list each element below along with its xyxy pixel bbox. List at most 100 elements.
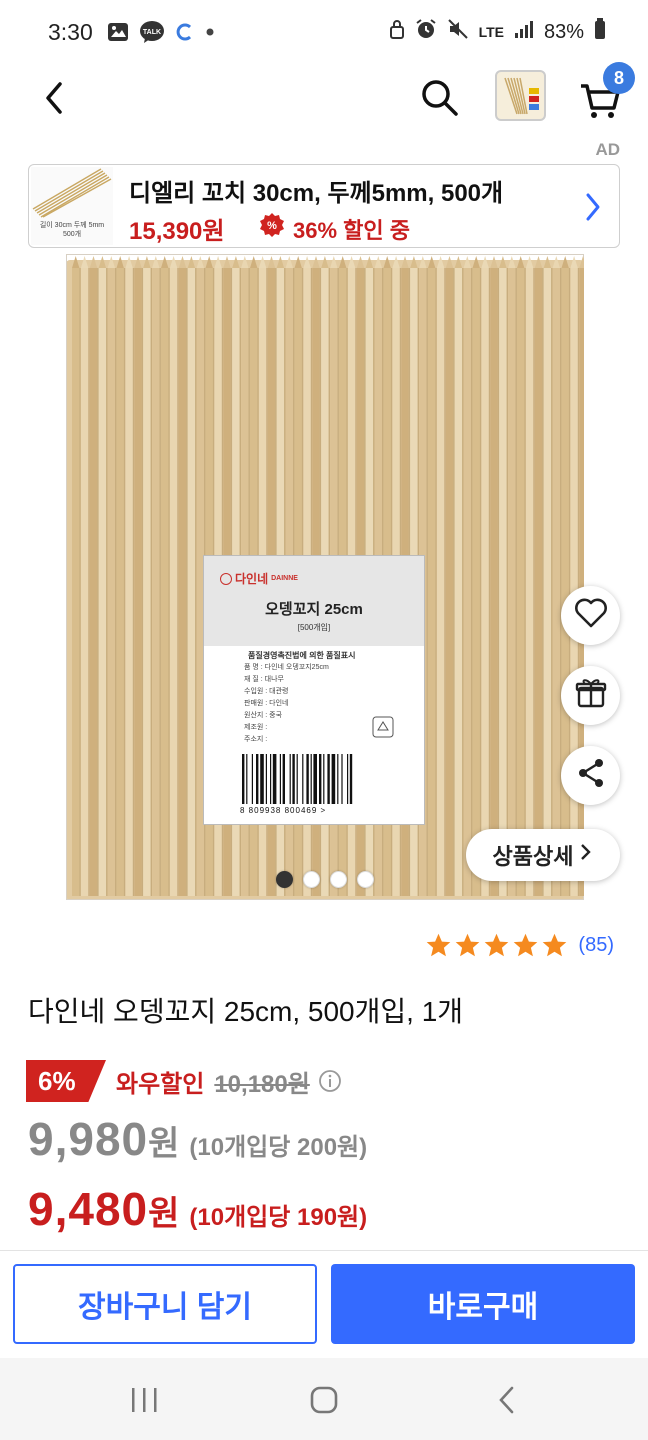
ad-title: 디엘리 꼬치 30cm, 두께5mm, 500개 bbox=[129, 180, 504, 207]
sale-price-number: 9,980 bbox=[28, 1113, 149, 1165]
ad-image-caption: 길이 30cm 두께 5mm 500개 bbox=[39, 222, 105, 238]
skewer-stick bbox=[80, 268, 89, 896]
ad-price: 15,390원 bbox=[129, 218, 225, 245]
star-icon bbox=[485, 933, 509, 957]
review-count[interactable]: (85) bbox=[578, 934, 614, 957]
original-price: 10,180원 bbox=[214, 1070, 310, 1098]
pagination-dot[interactable] bbox=[303, 871, 320, 888]
product-detail-button[interactable]: 상품상세 bbox=[466, 829, 620, 881]
skewer-stick bbox=[107, 268, 115, 896]
skewer-stick bbox=[436, 268, 445, 896]
label-line: 판매원 : 다인네 bbox=[244, 700, 289, 707]
label-count: [500개입] bbox=[297, 623, 331, 632]
talk-icon: TALK bbox=[139, 20, 165, 44]
wow-discount-label: 와우할인 bbox=[116, 1070, 205, 1098]
status-bar: 3:30 TALK LTE 83% bbox=[0, 0, 648, 64]
skewer-stick bbox=[143, 268, 151, 896]
label-line: 원산지 : 중국 bbox=[244, 712, 283, 719]
add-to-cart-button[interactable]: 장바구니 담기 bbox=[13, 1264, 317, 1344]
lte-label: LTE bbox=[478, 24, 504, 40]
barcode bbox=[240, 754, 382, 804]
wow-unit-price: (10개입당 190원) bbox=[189, 1204, 368, 1231]
alarm-icon bbox=[415, 18, 437, 46]
star-icon bbox=[456, 933, 480, 957]
cart-count-badge: 8 bbox=[603, 62, 635, 94]
pagination-dot[interactable] bbox=[357, 871, 374, 888]
battery-percent: 83% bbox=[543, 20, 584, 43]
star-icon bbox=[427, 933, 451, 957]
gift-icon bbox=[574, 676, 608, 715]
label-line: 주소지 : bbox=[244, 736, 268, 743]
buy-now-button[interactable]: 바로구매 bbox=[331, 1264, 635, 1344]
label-line: 수입원 : 대관령 bbox=[244, 688, 289, 695]
skewer-stick bbox=[534, 268, 543, 896]
sale-unit-price: (10개입당 200원) bbox=[189, 1134, 368, 1161]
rating[interactable]: (85) bbox=[425, 932, 614, 959]
label-brand: 다인네 DAINNE bbox=[220, 570, 298, 587]
search-icon[interactable] bbox=[418, 76, 462, 120]
back-icon[interactable] bbox=[36, 78, 76, 118]
skewer-stick bbox=[178, 268, 187, 896]
barcode-number: 8 809938 800469 > bbox=[240, 806, 327, 815]
sale-price: 9,980 원 (10개입당 200원) bbox=[28, 1112, 367, 1166]
discount-percent-icon: % bbox=[259, 212, 285, 238]
chevron-right-icon bbox=[582, 191, 604, 223]
skewer-stick bbox=[169, 268, 178, 896]
skewer-stick bbox=[481, 268, 489, 896]
product-thumbnail[interactable] bbox=[495, 70, 546, 121]
skewer-stick bbox=[116, 268, 124, 896]
svg-text:%: % bbox=[267, 220, 277, 232]
heart-icon bbox=[574, 598, 608, 633]
pagination-dot[interactable] bbox=[330, 871, 347, 888]
signal-icon bbox=[514, 19, 534, 45]
skewer-stick bbox=[508, 268, 516, 896]
mute-icon bbox=[447, 18, 469, 46]
sale-price-won: 원 bbox=[148, 1125, 180, 1163]
recycle-icon bbox=[372, 716, 394, 743]
pagination-dot[interactable] bbox=[276, 871, 293, 888]
share-button[interactable] bbox=[561, 746, 620, 805]
wow-discount-badge: 6% bbox=[26, 1060, 106, 1102]
skewer-stick bbox=[152, 268, 160, 896]
skewer-stick bbox=[499, 268, 507, 896]
image-pagination bbox=[276, 871, 374, 888]
top-nav bbox=[0, 64, 648, 132]
talk-label: TALK bbox=[143, 29, 161, 36]
wow-price-won: 원 bbox=[148, 1195, 180, 1233]
skewer-stick bbox=[472, 268, 480, 896]
gift-button[interactable] bbox=[561, 666, 620, 725]
skewer-stick bbox=[561, 268, 569, 896]
home-icon[interactable] bbox=[302, 1378, 346, 1422]
lock-icon bbox=[389, 18, 405, 46]
skewer-stick bbox=[454, 268, 463, 896]
dot-icon bbox=[205, 27, 215, 37]
wow-price: 9,480 원 (10개입당 190원) bbox=[28, 1182, 367, 1236]
battery-icon bbox=[594, 18, 606, 46]
label-line: 제조원 : bbox=[244, 724, 268, 731]
skewer-stick bbox=[445, 268, 454, 896]
c-app-icon bbox=[175, 22, 195, 42]
chevron-right-icon bbox=[579, 842, 593, 868]
info-icon[interactable] bbox=[318, 1069, 342, 1093]
skewer-stick bbox=[187, 268, 196, 896]
wishlist-button[interactable] bbox=[561, 586, 620, 645]
skewer-stick bbox=[428, 268, 436, 896]
skewer-stick bbox=[517, 268, 525, 896]
system-back-icon[interactable] bbox=[486, 1378, 530, 1422]
skewer-stick bbox=[525, 268, 534, 896]
skewer-stick bbox=[72, 268, 80, 896]
label-line: 재 질 : 대나무 bbox=[244, 676, 284, 683]
product-title: 다인네 오뎅꼬지 25cm, 500개입, 1개 bbox=[28, 996, 464, 1027]
skewer-stick bbox=[490, 268, 498, 896]
system-nav-bar bbox=[0, 1358, 648, 1440]
recent-apps-icon[interactable] bbox=[122, 1378, 166, 1422]
skewer-stick bbox=[98, 268, 107, 896]
label-line: 품 명 : 다인네 오뎅꼬지25cm bbox=[244, 664, 329, 671]
ad-banner[interactable]: 길이 30cm 두께 5mm 500개 디엘리 꼬치 30cm, 두께5mm, … bbox=[28, 164, 620, 248]
star-icon bbox=[514, 933, 538, 957]
skewer-stick bbox=[463, 268, 471, 896]
skewer-stick bbox=[89, 268, 98, 896]
skewer-stick bbox=[543, 268, 552, 896]
label-info-title: 품질경영촉진법에 의한 품질표시 bbox=[248, 651, 356, 660]
skewer-stick bbox=[125, 268, 133, 896]
